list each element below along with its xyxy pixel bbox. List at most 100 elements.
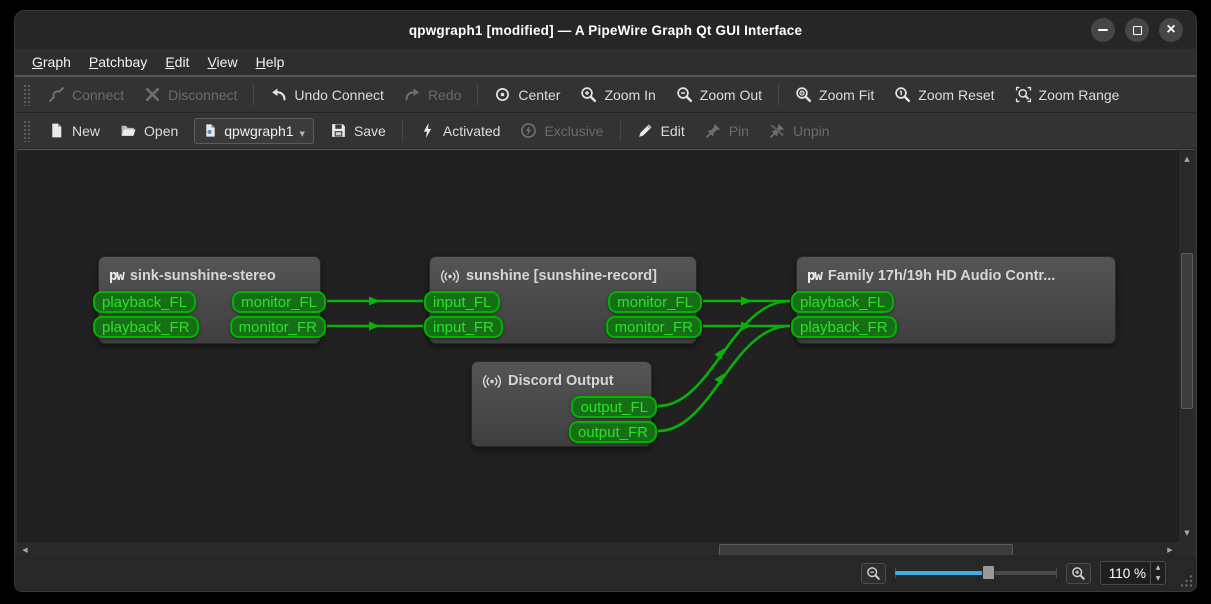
port-monitor-fr[interactable]: monitor_FR [606, 316, 702, 338]
monitor-of-icon [482, 374, 502, 389]
center-button[interactable]: Center [484, 81, 570, 108]
vertical-scroll-thumb[interactable] [1181, 253, 1193, 409]
zoom-slider[interactable] [895, 564, 1057, 582]
zoom-range-label: Zoom Range [1039, 87, 1120, 103]
toolbar-separator [402, 120, 403, 142]
minimize-icon [1098, 29, 1108, 31]
zoom-in-icon [580, 86, 597, 103]
edit-button[interactable]: Edit [627, 117, 695, 144]
port-playback-fr[interactable]: playback_FR [791, 316, 897, 338]
menu-view[interactable]: View [198, 51, 246, 73]
zoom-reset-label: Zoom Reset [918, 87, 994, 103]
toolbar-drag-handle[interactable] [23, 84, 30, 106]
disconnect-icon [144, 86, 161, 103]
pipewire-icon [807, 268, 822, 284]
new-label: New [72, 123, 100, 139]
zoom-in-label: Zoom In [604, 87, 655, 103]
maximize-button[interactable] [1125, 18, 1149, 42]
graph-canvas[interactable]: sink-sunshine-stereo playback_FL monitor… [17, 149, 1194, 557]
toolbar-separator [253, 84, 254, 106]
unpin-icon [769, 122, 786, 139]
pipewire-icon [109, 268, 124, 284]
save-button[interactable]: Save [320, 117, 396, 144]
node-family-hd-audio[interactable]: Family 17h/19h HD Audio Contr... playbac… [796, 256, 1116, 344]
node-sunshine-record[interactable]: sunshine [sunshine-record] input_FL moni… [429, 256, 697, 344]
port-monitor-fl[interactable]: monitor_FL [608, 291, 702, 313]
statusbar-zoom-in-button[interactable] [1066, 563, 1091, 584]
port-input-fr[interactable]: input_FR [424, 316, 503, 338]
node-sink-sunshine-stereo[interactable]: sink-sunshine-stereo playback_FL monitor… [98, 256, 321, 344]
menu-edit[interactable]: Edit [156, 51, 198, 73]
patchbay-selector[interactable]: qpwgraph1 [194, 118, 314, 144]
zoom-spin-up-button[interactable] [1151, 562, 1165, 573]
menu-patchbay[interactable]: Patchbay [80, 51, 156, 73]
connect-icon [48, 86, 65, 103]
activated-button[interactable]: Activated [409, 117, 511, 144]
node-header: Family 17h/19h HD Audio Contr... [797, 257, 1115, 290]
port-playback-fl[interactable]: playback_FL [791, 291, 894, 313]
disconnect-button[interactable]: Disconnect [134, 81, 247, 108]
titlebar[interactable]: qpwgraph1 [modified] — A PipeWire Graph … [15, 11, 1196, 49]
patchbay-selector-value: qpwgraph1 [224, 123, 293, 139]
node-title: Discord Output [508, 373, 614, 389]
node-header: sink-sunshine-stereo [99, 257, 320, 290]
slider-track-filled[interactable] [895, 571, 989, 575]
undo-connect-button[interactable]: Undo Connect [260, 81, 394, 108]
zoom-range-icon [1015, 86, 1032, 103]
patchbay-file-icon [203, 123, 218, 138]
node-title: sink-sunshine-stereo [130, 268, 276, 284]
menu-graph[interactable]: Graph [23, 51, 80, 73]
minimize-button[interactable] [1091, 18, 1115, 42]
connect-button[interactable]: Connect [38, 81, 134, 108]
node-discord-output[interactable]: Discord Output output_FL output_FR [471, 361, 652, 447]
zoom-slider-handle[interactable] [982, 565, 995, 580]
graph-view[interactable]: sink-sunshine-stereo playback_FL monitor… [17, 151, 1178, 541]
cable-arrow [369, 322, 380, 331]
menubar: Graph Patchbay Edit View Help [15, 49, 1196, 75]
scroll-up-button[interactable] [1179, 151, 1195, 167]
port-playback-fr[interactable]: playback_FR [93, 316, 199, 338]
cable-arrow [369, 297, 380, 306]
port-output-fr[interactable]: output_FR [569, 421, 657, 443]
zoom-spinbox[interactable]: 110 % [1100, 561, 1166, 585]
zoom-out-button[interactable]: Zoom Out [666, 81, 772, 108]
port-output-fl[interactable]: output_FL [571, 396, 657, 418]
open-folder-icon [120, 122, 137, 139]
open-label: Open [144, 123, 178, 139]
port-input-fl[interactable]: input_FL [424, 291, 500, 313]
menu-help[interactable]: Help [247, 51, 294, 73]
unpin-button[interactable]: Unpin [759, 117, 840, 144]
close-button[interactable] [1159, 18, 1183, 42]
cable-layer [17, 151, 1178, 541]
edit-pencil-icon [637, 122, 654, 139]
zoom-fit-icon [795, 86, 812, 103]
scroll-down-button[interactable] [1179, 525, 1195, 541]
zoom-in-button[interactable]: Zoom In [570, 81, 665, 108]
toolbar-drag-handle[interactable] [23, 120, 30, 142]
zoom-fit-button[interactable]: Zoom Fit [785, 81, 884, 108]
resize-grip[interactable] [1179, 574, 1193, 588]
zoom-reset-button[interactable]: Zoom Reset [884, 81, 1004, 108]
toolbar-patchbay: New Open qpwgraph1 Save Activated Exclus… [15, 113, 1196, 149]
port-monitor-fl[interactable]: monitor_FL [232, 291, 326, 313]
close-icon [1166, 21, 1175, 39]
pin-button[interactable]: Pin [695, 117, 759, 144]
port-playback-fl[interactable]: playback_FL [93, 291, 196, 313]
vertical-scrollbar[interactable] [1178, 151, 1194, 541]
zoom-spin-down-button[interactable] [1151, 573, 1165, 584]
open-button[interactable]: Open [110, 117, 188, 144]
redo-button[interactable]: Redo [394, 81, 471, 108]
new-file-icon [48, 122, 65, 139]
port-monitor-fr[interactable]: monitor_FR [230, 316, 326, 338]
toolbar-separator [620, 120, 621, 142]
undo-connect-label: Undo Connect [294, 87, 384, 103]
exclusive-button[interactable]: Exclusive [510, 117, 613, 144]
zoom-range-button[interactable]: Zoom Range [1005, 81, 1130, 108]
monitor-of-icon [440, 269, 460, 284]
toolbar-separator [778, 84, 779, 106]
slider-track[interactable] [989, 571, 1057, 575]
new-button[interactable]: New [38, 117, 110, 144]
cable-arrow [714, 370, 728, 384]
statusbar-zoom-out-button[interactable] [861, 563, 886, 584]
window-title: qpwgraph1 [modified] — A PipeWire Graph … [409, 23, 802, 38]
